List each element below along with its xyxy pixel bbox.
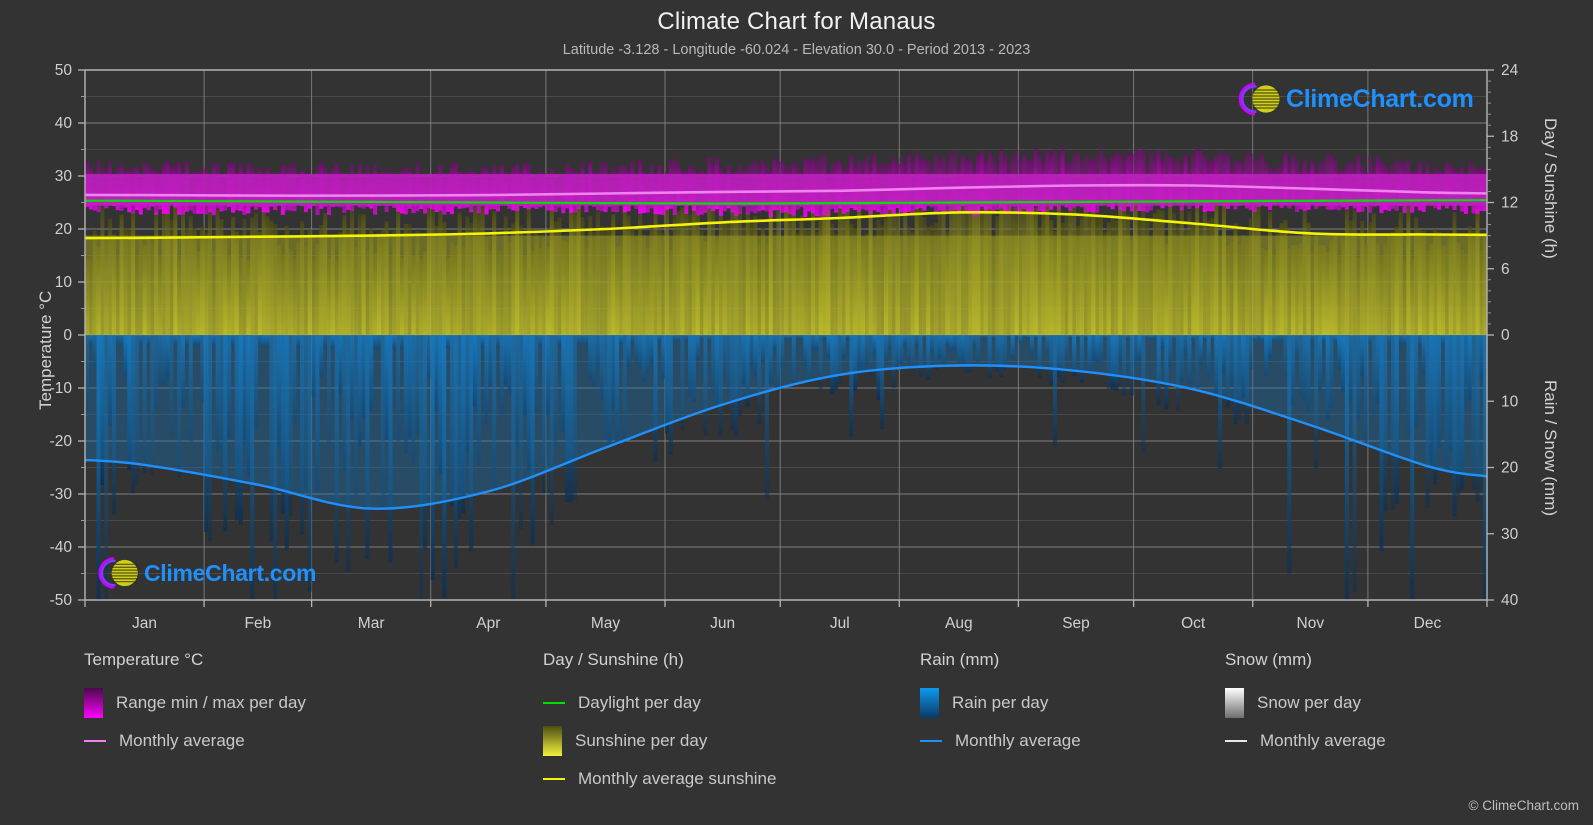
legend-group-title: Rain (mm) <box>920 650 1000 669</box>
legend-item[interactable]: Sunshine per day <box>543 722 776 760</box>
legend-item-label: Monthly average <box>955 731 1081 750</box>
legend-group-temperature-c: Temperature °C Range min / max per day Mon… <box>84 650 306 760</box>
svg-text:20: 20 <box>55 221 73 238</box>
svg-text:40: 40 <box>55 115 73 132</box>
svg-text:10: 10 <box>55 274 73 291</box>
svg-text:-30: -30 <box>50 486 73 503</box>
svg-text:-20: -20 <box>50 433 73 450</box>
svg-text:0: 0 <box>1501 327 1510 344</box>
svg-text:-40: -40 <box>50 539 73 556</box>
svg-text:Apr: Apr <box>476 615 500 632</box>
legend-swatch-line <box>920 726 942 756</box>
legend-item[interactable]: Monthly average <box>920 722 1081 760</box>
svg-text:Nov: Nov <box>1297 615 1325 632</box>
legend-item[interactable]: Rain per day <box>920 684 1081 722</box>
legend-swatch-gradient <box>543 726 562 756</box>
legend-group-day-sunshine-h: Day / Sunshine (h) Daylight per day Sunshi… <box>543 650 776 798</box>
legend-item[interactable]: Monthly average <box>84 722 306 760</box>
legend-swatch-gradient <box>1225 688 1244 718</box>
svg-text:-50: -50 <box>50 592 73 609</box>
legend-swatch-line-bar <box>84 740 106 742</box>
svg-text:24: 24 <box>1501 62 1519 79</box>
climechart-logo-icon-secondary <box>98 557 138 589</box>
svg-text:-10: -10 <box>50 380 73 397</box>
svg-text:20: 20 <box>1501 460 1519 477</box>
legend-item-label: Monthly average sunshine <box>578 769 777 788</box>
svg-text:30: 30 <box>55 168 73 185</box>
legend-swatch-line <box>1225 726 1247 756</box>
svg-text:Sep: Sep <box>1062 615 1090 632</box>
legend-item-label: Sunshine per day <box>575 731 708 750</box>
svg-text:0: 0 <box>63 327 72 344</box>
legend-group-title: Snow (mm) <box>1225 650 1312 669</box>
svg-text:Mar: Mar <box>358 615 385 632</box>
legend-item[interactable]: Snow per day <box>1225 684 1386 722</box>
svg-text:10: 10 <box>1501 393 1519 410</box>
svg-text:Feb: Feb <box>244 615 271 632</box>
legend-swatch-line <box>543 764 565 794</box>
watermark-text-top: ClimeChart.com <box>1286 84 1474 113</box>
legend-group-rain-mm: Rain (mm) Rain per day Monthly average <box>920 650 1081 760</box>
legend-item[interactable]: Range min / max per day <box>84 684 306 722</box>
svg-text:Dec: Dec <box>1414 615 1442 632</box>
svg-text:12: 12 <box>1501 195 1518 212</box>
copyright-notice: © ClimeChart.com <box>1468 798 1579 813</box>
legend-swatch-line-bar <box>543 702 565 704</box>
climate-chart-page: Climate Chart for Manaus Latitude -3.128… <box>0 0 1593 825</box>
legend-item-label: Snow per day <box>1257 693 1361 712</box>
legend-item[interactable]: Monthly average <box>1225 722 1386 760</box>
legend-swatch-line-bar <box>1225 740 1247 742</box>
legend-item-label: Daylight per day <box>578 693 701 712</box>
watermark-logo-bottom: ClimeChart.com <box>92 552 316 594</box>
chart-series-group <box>85 147 1487 600</box>
svg-text:Aug: Aug <box>945 615 973 632</box>
legend-swatch-gradient <box>84 688 103 718</box>
svg-text:May: May <box>591 615 621 632</box>
legend-item-label: Rain per day <box>952 693 1049 712</box>
legend-item[interactable]: Monthly average sunshine <box>543 760 776 798</box>
legend-item-label: Monthly average <box>1260 731 1386 750</box>
svg-text:18: 18 <box>1501 128 1518 145</box>
legend-item-label: Range min / max per day <box>116 693 306 712</box>
svg-text:40: 40 <box>1501 592 1519 609</box>
legend-item-label: Monthly average <box>119 731 245 750</box>
svg-text:Jun: Jun <box>710 615 735 632</box>
legend-group-title: Day / Sunshine (h) <box>543 650 684 669</box>
climechart-logo-icon <box>1238 82 1280 116</box>
legend-group-snow-mm: Snow (mm) Snow per day Monthly average <box>1225 650 1386 760</box>
svg-text:Oct: Oct <box>1181 615 1206 632</box>
legend-swatch-line <box>84 726 106 756</box>
watermark-text-bottom: ClimeChart.com <box>144 559 317 586</box>
watermark-logo-top: ClimeChart.com <box>1232 78 1474 120</box>
legend-group-title: Temperature °C <box>84 650 204 669</box>
legend-swatch-line <box>543 688 565 718</box>
legend-item[interactable]: Daylight per day <box>543 684 776 722</box>
chart-legend: Temperature °C Range min / max per day Mon… <box>0 650 1593 825</box>
legend-swatch-line-bar <box>920 740 942 742</box>
svg-text:50: 50 <box>55 62 73 79</box>
svg-text:Jul: Jul <box>830 615 850 632</box>
legend-swatch-gradient <box>920 688 939 718</box>
legend-swatch-line-bar <box>543 778 565 780</box>
svg-text:30: 30 <box>1501 526 1519 543</box>
svg-text:Jan: Jan <box>132 615 157 632</box>
svg-text:6: 6 <box>1501 261 1510 278</box>
